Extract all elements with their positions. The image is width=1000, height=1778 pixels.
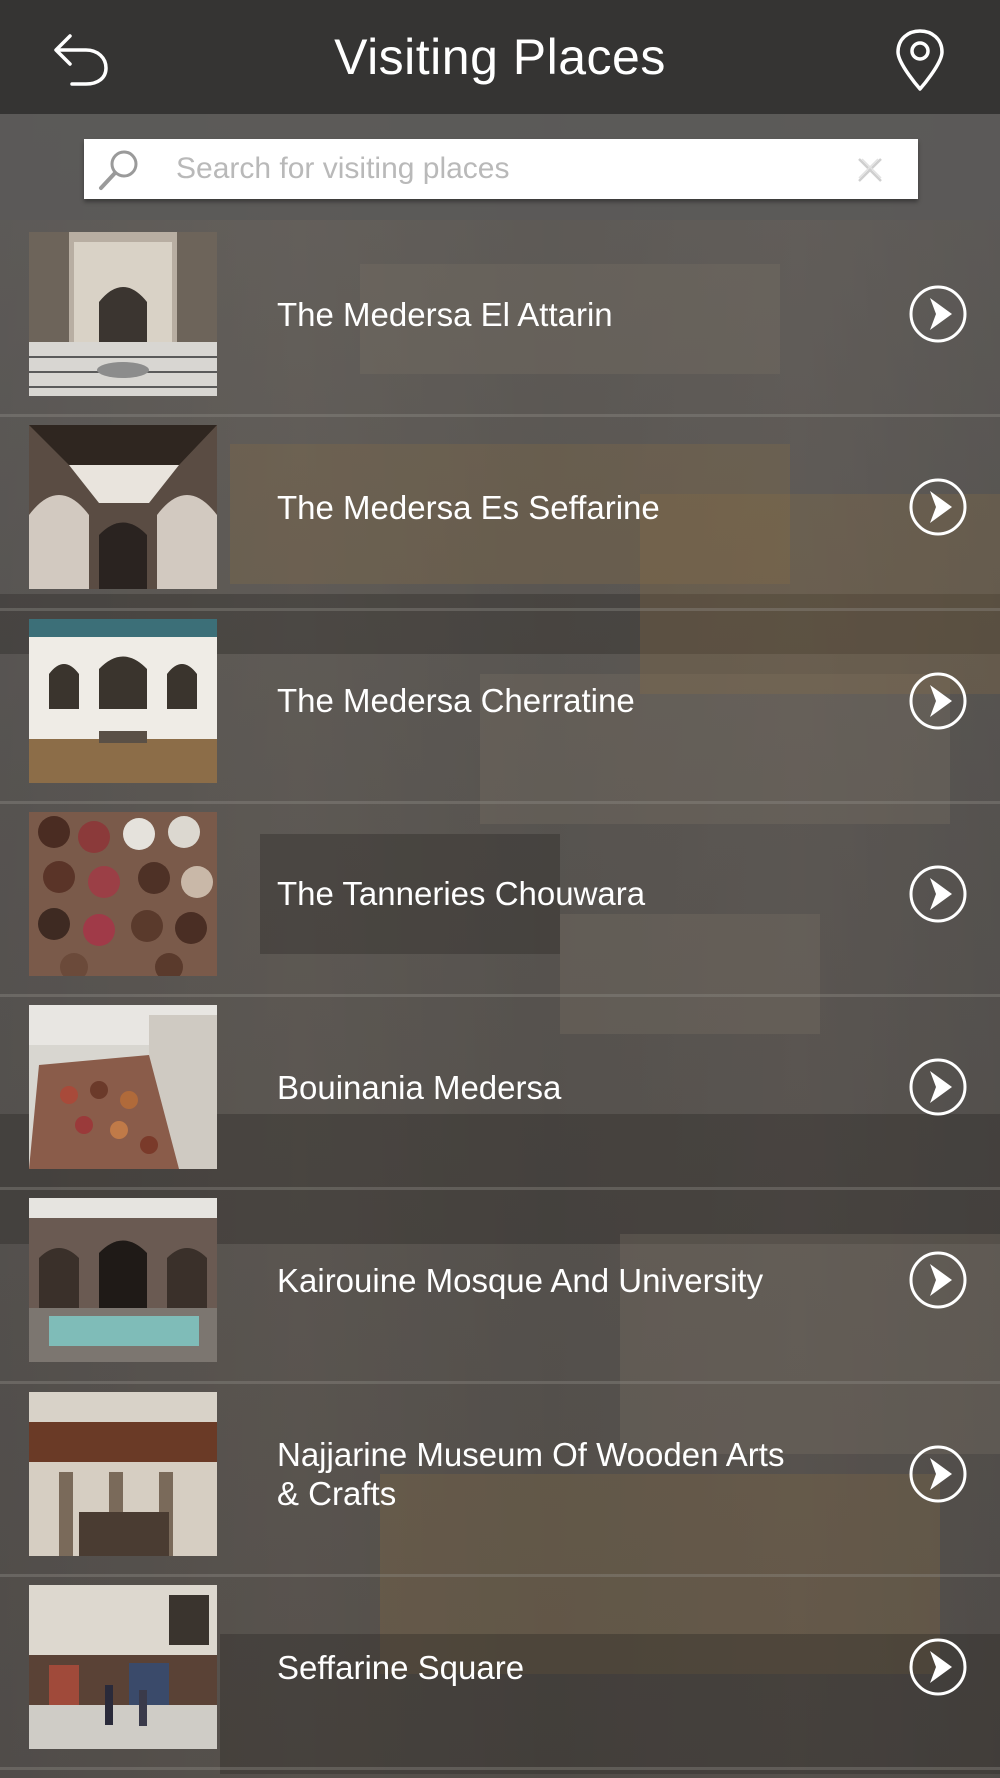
chevron-right-circle-icon[interactable] xyxy=(908,284,968,344)
map-location-button[interactable] xyxy=(894,28,946,92)
list-item[interactable]: The Medersa Cherratine xyxy=(0,611,1000,804)
place-thumbnail xyxy=(29,618,217,783)
search-input[interactable] xyxy=(176,139,816,199)
chevron-right-circle-icon[interactable] xyxy=(908,1250,968,1310)
place-name: The Medersa Es Seffarine xyxy=(277,488,660,526)
place-thumbnail xyxy=(29,1005,217,1170)
list-item[interactable]: Najjarine Museum Of Wooden Arts & Crafts xyxy=(0,1384,1000,1578)
place-name: Kairouine Mosque And University xyxy=(277,1261,764,1299)
place-name: The Medersa El Attarin xyxy=(277,295,613,333)
list-item[interactable]: Bouinania Medersa xyxy=(0,997,1000,1191)
back-button[interactable] xyxy=(52,30,112,86)
place-thumbnail xyxy=(29,811,217,976)
list-item[interactable]: The Medersa Es Seffarine xyxy=(0,417,1000,611)
place-thumbnail xyxy=(29,1198,217,1363)
chevron-right-circle-icon[interactable] xyxy=(908,1637,968,1697)
places-list: The Medersa El Attarin The Medersa Es Se… xyxy=(0,224,1000,1771)
place-name: The Medersa Cherratine xyxy=(277,682,635,720)
chevron-right-circle-icon[interactable] xyxy=(908,477,968,537)
chevron-right-circle-icon[interactable] xyxy=(908,1057,968,1117)
place-name: Bouinania Medersa xyxy=(277,1068,562,1106)
place-thumbnail xyxy=(29,1585,217,1750)
place-name: Seffarine Square xyxy=(277,1648,525,1686)
list-item[interactable]: The Medersa El Attarin xyxy=(0,224,1000,418)
page-title: Visiting Places xyxy=(334,29,666,85)
clear-icon[interactable] xyxy=(856,156,884,184)
app-header: Visiting Places xyxy=(0,0,1000,114)
chevron-right-circle-icon[interactable] xyxy=(908,671,968,731)
back-arrow-icon xyxy=(54,34,108,86)
place-thumbnail xyxy=(29,232,217,396)
map-pin-icon xyxy=(896,29,944,91)
search-box[interactable] xyxy=(84,139,918,199)
place-thumbnail xyxy=(29,425,217,590)
chevron-right-circle-icon[interactable] xyxy=(908,1444,968,1504)
chevron-right-circle-icon[interactable] xyxy=(908,864,968,924)
list-item[interactable]: Kairouine Mosque And University xyxy=(0,1190,1000,1384)
search-bar xyxy=(0,114,1000,220)
search-icon xyxy=(99,150,138,190)
place-thumbnail xyxy=(29,1391,217,1556)
list-item[interactable]: The Tanneries Chouwara xyxy=(0,804,1000,998)
place-name: The Tanneries Chouwara xyxy=(277,875,646,913)
place-name: Najjarine Museum Of Wooden Arts & Crafts xyxy=(277,1435,785,1512)
list-item[interactable]: Seffarine Square xyxy=(0,1577,1000,1771)
